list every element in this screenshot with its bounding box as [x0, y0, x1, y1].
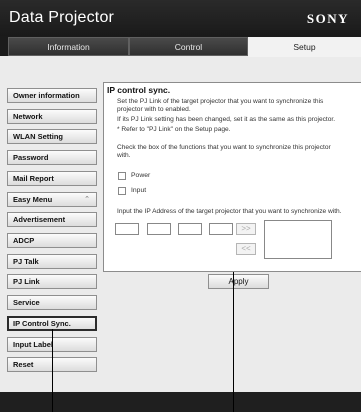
sidebar-item-pj-link[interactable]: PJ Link [7, 274, 97, 289]
check-instruction-cont: with. [117, 152, 131, 159]
section-title: IP control sync. [107, 85, 171, 95]
callout-line-left [52, 329, 53, 412]
app-title: Data Projector [9, 9, 115, 26]
tab-bar: Information Control Setup [0, 36, 361, 57]
input-checkbox[interactable] [118, 187, 126, 195]
note-text: If its PJ Link setting has been changed,… [117, 116, 336, 123]
ip-octet-4-input[interactable] [209, 223, 233, 235]
input-checkbox-label: Input [131, 187, 147, 194]
sidebar-item-password[interactable]: Password [7, 150, 97, 165]
sidebar-item-mail-report[interactable]: Mail Report [7, 171, 97, 186]
apply-button[interactable]: Apply [208, 274, 269, 289]
tab-setup[interactable]: Setup [248, 37, 361, 57]
sidebar-item-label: Easy Menu [13, 195, 53, 204]
power-checkbox-label: Power [131, 172, 151, 179]
tab-information[interactable]: Information [8, 37, 129, 56]
ip-octet-1-input[interactable] [115, 223, 139, 235]
sidebar-item-easy-menu[interactable]: Easy Menu ⌃ [7, 192, 97, 207]
remove-ip-button[interactable]: << [236, 243, 256, 255]
ip-address-list[interactable] [264, 220, 332, 259]
sidebar-item-adcp[interactable]: ADCP [7, 233, 97, 248]
header-bar: Data Projector SONY [0, 0, 361, 36]
description-text-cont: projector with to enabled. [117, 106, 191, 113]
ip-instruction: Input the IP Address of the target proje… [117, 208, 342, 215]
sidebar-item-wlan-setting[interactable]: WLAN Setting [7, 129, 97, 144]
sidebar: Owner information Network WLAN Setting P… [0, 56, 100, 392]
add-ip-button[interactable]: >> [236, 223, 256, 235]
sidebar-item-network[interactable]: Network [7, 109, 97, 124]
power-checkbox[interactable] [118, 172, 126, 180]
check-instruction: Check the box of the functions that you … [117, 144, 331, 151]
sidebar-item-service[interactable]: Service [7, 295, 97, 310]
ip-octet-2-input[interactable] [147, 223, 171, 235]
footer-bar [0, 392, 361, 412]
web-page: Data Projector SONY Information Control … [0, 0, 361, 412]
chevron-up-icon: ⌃ [84, 196, 90, 203]
sidebar-item-pj-talk[interactable]: PJ Talk [7, 254, 97, 269]
reference-note: * Refer to "PJ Link" on the Setup page. [117, 126, 231, 133]
sidebar-item-advertisement[interactable]: Advertisement [7, 212, 97, 227]
settings-panel: IP control sync. Set the PJ Link of the … [103, 82, 361, 272]
tab-control[interactable]: Control [129, 37, 248, 56]
sidebar-item-owner-information[interactable]: Owner information [7, 88, 97, 103]
brand-logo: SONY [306, 11, 349, 26]
ip-octet-3-input[interactable] [178, 223, 202, 235]
callout-line-right [233, 272, 234, 412]
